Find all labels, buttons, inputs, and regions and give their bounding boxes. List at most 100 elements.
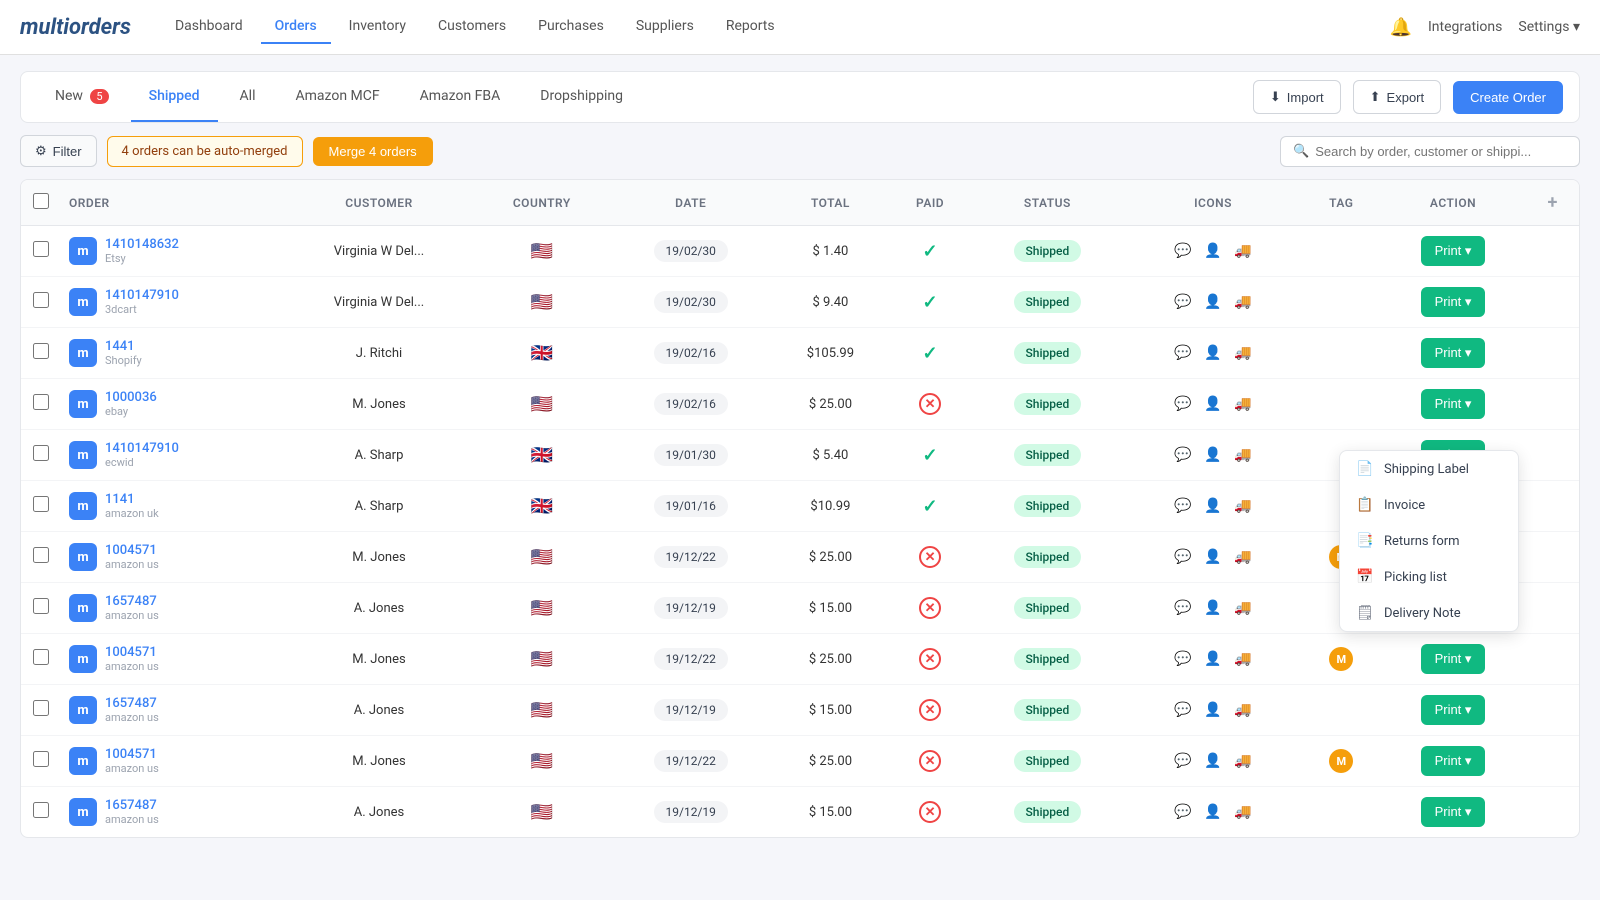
- print-button[interactable]: Print ▾: [1421, 389, 1486, 419]
- nav-dashboard[interactable]: Dashboard: [161, 10, 257, 44]
- nav-purchases[interactable]: Purchases: [524, 10, 618, 44]
- order-id[interactable]: 1141: [105, 492, 159, 507]
- nav-customers[interactable]: Customers: [424, 10, 520, 44]
- tab-dropshipping[interactable]: Dropshipping: [522, 72, 641, 122]
- truck-icon[interactable]: 🚚: [1231, 749, 1255, 773]
- dropdown-delivery-note[interactable]: 🗒 Delivery Note: [1340, 595, 1518, 631]
- person-icon[interactable]: 👤: [1201, 290, 1225, 314]
- row-checkbox[interactable]: [33, 394, 49, 410]
- nav-integrations[interactable]: Integrations: [1428, 19, 1502, 35]
- person-icon[interactable]: 👤: [1201, 341, 1225, 365]
- truck-icon[interactable]: 🚚: [1231, 698, 1255, 722]
- person-icon[interactable]: 👤: [1201, 647, 1225, 671]
- person-icon[interactable]: 👤: [1201, 545, 1225, 569]
- order-id[interactable]: 1657487: [105, 594, 159, 609]
- row-checkbox[interactable]: [33, 343, 49, 359]
- nav-suppliers[interactable]: Suppliers: [622, 10, 708, 44]
- dropdown-returns-form[interactable]: 📑 Returns form: [1340, 523, 1518, 559]
- row-checkbox[interactable]: [33, 751, 49, 767]
- person-icon[interactable]: 👤: [1201, 800, 1225, 824]
- bell-icon[interactable]: 🔔: [1390, 17, 1412, 38]
- nav-orders[interactable]: Orders: [261, 10, 331, 44]
- dropdown-picking-list[interactable]: 📅 Picking list: [1340, 559, 1518, 595]
- tab-new[interactable]: New 5: [37, 72, 127, 122]
- print-button[interactable]: Print ▾: [1421, 338, 1486, 368]
- print-button[interactable]: Print ▾: [1421, 695, 1486, 725]
- create-order-button[interactable]: Create Order: [1453, 81, 1563, 114]
- export-button[interactable]: ⬆ Export: [1353, 80, 1441, 114]
- person-icon[interactable]: 👤: [1201, 239, 1225, 263]
- note-icon[interactable]: 💬: [1171, 494, 1195, 518]
- print-button[interactable]: Print ▾: [1421, 746, 1486, 776]
- truck-icon[interactable]: 🚚: [1231, 341, 1255, 365]
- person-icon[interactable]: 👤: [1201, 392, 1225, 416]
- order-id[interactable]: 1441: [105, 339, 142, 354]
- nav-settings[interactable]: Settings ▾: [1518, 19, 1580, 35]
- tab-shipped[interactable]: Shipped: [131, 72, 218, 122]
- order-id[interactable]: 1410148632: [105, 237, 179, 252]
- truck-icon[interactable]: 🚚: [1231, 290, 1255, 314]
- person-icon[interactable]: 👤: [1201, 443, 1225, 467]
- merge-button[interactable]: Merge 4 orders: [313, 137, 433, 166]
- col-country: COUNTRY: [474, 180, 609, 226]
- row-checkbox[interactable]: [33, 241, 49, 257]
- note-icon[interactable]: 💬: [1171, 596, 1195, 620]
- print-button[interactable]: Print ▾: [1421, 797, 1486, 827]
- order-id[interactable]: 1657487: [105, 798, 159, 813]
- note-icon[interactable]: 💬: [1171, 290, 1195, 314]
- order-id[interactable]: 1000036: [105, 390, 157, 405]
- note-icon[interactable]: 💬: [1171, 341, 1195, 365]
- import-button[interactable]: ⬇ Import: [1253, 80, 1341, 114]
- truck-icon[interactable]: 🚚: [1231, 494, 1255, 518]
- nav-reports[interactable]: Reports: [712, 10, 789, 44]
- note-icon[interactable]: 💬: [1171, 239, 1195, 263]
- order-id[interactable]: 1657487: [105, 696, 159, 711]
- person-icon[interactable]: 👤: [1201, 749, 1225, 773]
- print-button[interactable]: Print ▾: [1421, 236, 1486, 266]
- truck-icon[interactable]: 🚚: [1231, 545, 1255, 569]
- truck-icon[interactable]: 🚚: [1231, 596, 1255, 620]
- order-id[interactable]: 1410147910: [105, 441, 179, 456]
- app-logo[interactable]: multiorders: [20, 15, 131, 40]
- person-icon[interactable]: 👤: [1201, 698, 1225, 722]
- note-icon[interactable]: 💬: [1171, 749, 1195, 773]
- truck-icon[interactable]: 🚚: [1231, 392, 1255, 416]
- dropdown-shipping-label[interactable]: 📄 Shipping Label: [1340, 451, 1518, 487]
- row-checkbox[interactable]: [33, 496, 49, 512]
- note-icon[interactable]: 💬: [1171, 443, 1195, 467]
- row-checkbox[interactable]: [33, 445, 49, 461]
- person-icon[interactable]: 👤: [1201, 596, 1225, 620]
- note-icon[interactable]: 💬: [1171, 698, 1195, 722]
- row-checkbox[interactable]: [33, 598, 49, 614]
- dropdown-invoice[interactable]: 📋 Invoice: [1340, 487, 1518, 523]
- row-checkbox[interactable]: [33, 802, 49, 818]
- print-button[interactable]: Print ▾: [1421, 644, 1486, 674]
- tab-amazon-fba[interactable]: Amazon FBA: [402, 72, 519, 122]
- truck-icon[interactable]: 🚚: [1231, 800, 1255, 824]
- note-icon[interactable]: 💬: [1171, 800, 1195, 824]
- add-column-icon[interactable]: +: [1547, 192, 1557, 213]
- search-input[interactable]: [1315, 144, 1567, 159]
- note-icon[interactable]: 💬: [1171, 545, 1195, 569]
- select-all-checkbox[interactable]: [33, 193, 49, 209]
- print-button[interactable]: Print ▾: [1421, 287, 1486, 317]
- truck-icon[interactable]: 🚚: [1231, 443, 1255, 467]
- row-checkbox[interactable]: [33, 700, 49, 716]
- row-checkbox[interactable]: [33, 649, 49, 665]
- note-icon[interactable]: 💬: [1171, 392, 1195, 416]
- order-id[interactable]: 1004571: [105, 543, 159, 558]
- plus-cell: [1526, 379, 1579, 430]
- order-id[interactable]: 1410147910: [105, 288, 179, 303]
- person-icon[interactable]: 👤: [1201, 494, 1225, 518]
- tab-amazon-mcf[interactable]: Amazon MCF: [278, 72, 398, 122]
- note-icon[interactable]: 💬: [1171, 647, 1195, 671]
- filter-button[interactable]: ⚙ Filter: [20, 135, 97, 167]
- order-id[interactable]: 1004571: [105, 747, 159, 762]
- tab-all[interactable]: All: [222, 72, 274, 122]
- row-checkbox[interactable]: [33, 547, 49, 563]
- row-checkbox[interactable]: [33, 292, 49, 308]
- nav-inventory[interactable]: Inventory: [335, 10, 420, 44]
- truck-icon[interactable]: 🚚: [1231, 647, 1255, 671]
- truck-icon[interactable]: 🚚: [1231, 239, 1255, 263]
- order-id[interactable]: 1004571: [105, 645, 159, 660]
